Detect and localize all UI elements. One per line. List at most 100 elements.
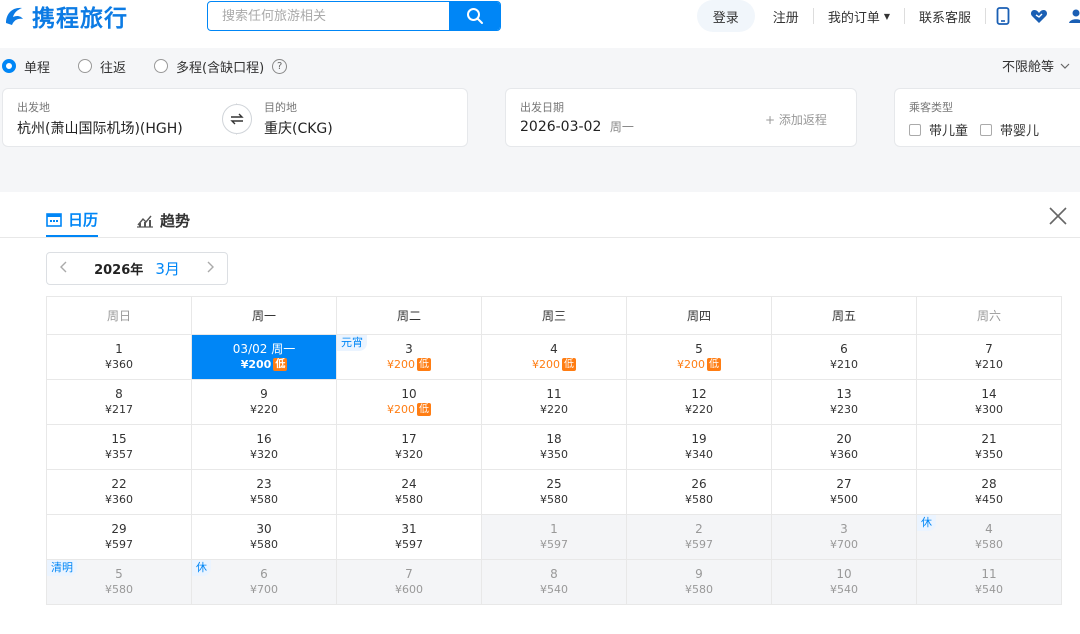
day-price: ¥350 xyxy=(975,448,1003,461)
close-icon[interactable] xyxy=(1048,206,1068,226)
calendar-day[interactable]: 9 ¥220 xyxy=(191,379,337,425)
day-number: 11 xyxy=(981,567,997,581)
day-price: ¥500 xyxy=(830,493,858,506)
with-child-checkbox[interactable]: 带儿童 xyxy=(909,120,968,139)
day-number: 8 xyxy=(550,567,558,581)
radio-multi-city[interactable]: 多程(含缺口程) ? xyxy=(154,57,288,76)
next-month-button[interactable] xyxy=(207,261,215,277)
calendar-day[interactable]: 31 ¥597 xyxy=(336,514,482,560)
calendar-day[interactable]: 6 ¥210 xyxy=(771,334,917,380)
calendar-day[interactable]: 4 ¥200 低 xyxy=(481,334,627,380)
calendar-day[interactable]: 休 4 ¥580 xyxy=(916,514,1062,560)
prev-month-button[interactable] xyxy=(59,261,67,277)
day-price-line: ¥597 xyxy=(337,538,481,552)
calendar-day[interactable]: 12 ¥220 xyxy=(626,379,772,425)
add-return-button[interactable]: + 添加返程 xyxy=(765,111,827,128)
with-infant-checkbox[interactable]: 带婴儿 xyxy=(980,120,1039,139)
calendar-day[interactable]: 20 ¥360 xyxy=(771,424,917,470)
calendar-day[interactable]: 5 ¥200 低 xyxy=(626,334,772,380)
calendar-day[interactable]: 27 ¥500 xyxy=(771,469,917,515)
calendar-day[interactable]: 13 ¥230 xyxy=(771,379,917,425)
user-account-button[interactable] xyxy=(1058,0,1080,32)
calendar-day[interactable]: 23 ¥580 xyxy=(191,469,337,515)
calendar-day[interactable]: 7 ¥600 xyxy=(336,559,482,605)
calendar-day[interactable]: 22 ¥360 xyxy=(46,469,192,515)
calendar-day[interactable]: 7 ¥210 xyxy=(916,334,1062,380)
favorites-button[interactable] xyxy=(1020,0,1058,32)
calendar-day[interactable]: 1 ¥597 xyxy=(481,514,627,560)
tab-calendar[interactable]: 日历 xyxy=(46,204,99,237)
lowest-price-badge: 低 xyxy=(417,358,431,371)
day-number: 2 xyxy=(695,522,703,536)
help-icon[interactable]: ? xyxy=(272,58,288,74)
day-number: 15 xyxy=(111,432,127,446)
calendar-day[interactable]: 17 ¥320 xyxy=(336,424,482,470)
weekday-header: 周二 xyxy=(336,296,482,335)
weekday-header-row: 周日 周一 周二 周三 周四 周五 周六 xyxy=(46,296,1062,335)
radio-round-trip[interactable]: 往返 xyxy=(78,57,126,76)
day-number: 31 xyxy=(401,522,417,536)
origin-field[interactable]: 出发地 杭州(萧山国际机场)(HGH) xyxy=(17,99,217,138)
calendar-day[interactable]: 1 ¥360 xyxy=(46,334,192,380)
calendar-day-selected[interactable]: 03/02 周一 ¥200 低 xyxy=(191,334,337,380)
calendar-day[interactable]: 清明 5 ¥580 xyxy=(46,559,192,605)
mobile-app-button[interactable] xyxy=(986,0,1020,32)
calendar-day[interactable]: 24 ¥580 xyxy=(336,469,482,515)
day-price-line: ¥360 xyxy=(47,358,191,372)
trend-chart-icon xyxy=(137,215,154,228)
calendar-day[interactable]: 18 ¥350 xyxy=(481,424,627,470)
calendar-day[interactable]: 2 ¥597 xyxy=(626,514,772,560)
tab-trend[interactable]: 趋势 xyxy=(136,204,190,237)
day-price: ¥230 xyxy=(830,403,858,416)
calendar-day[interactable]: 9 ¥580 xyxy=(626,559,772,605)
chevron-left-icon xyxy=(60,261,67,272)
search-button[interactable] xyxy=(449,2,500,30)
calendar-day[interactable]: 11 ¥220 xyxy=(481,379,627,425)
day-price-line: ¥580 xyxy=(47,583,191,597)
day-number: 10 xyxy=(401,387,417,401)
calendar-day[interactable]: 16 ¥320 xyxy=(191,424,337,470)
day-price-line: ¥320 xyxy=(192,448,336,462)
register-link[interactable]: 注册 xyxy=(759,0,813,32)
day-number: 29 xyxy=(111,522,127,536)
calendar-day[interactable]: 30 ¥580 xyxy=(191,514,337,560)
day-number: 4 xyxy=(550,342,558,356)
calendar-day[interactable]: 29 ¥597 xyxy=(46,514,192,560)
day-price: ¥450 xyxy=(975,493,1003,506)
day-price-line: ¥340 xyxy=(627,448,771,462)
day-number: 23 xyxy=(256,477,272,491)
day-price: ¥540 xyxy=(830,583,858,596)
lowest-price-badge: 低 xyxy=(707,358,721,371)
calendar-day[interactable]: 10 ¥540 xyxy=(771,559,917,605)
my-orders-menu[interactable]: 我的订单 ▼ xyxy=(814,0,904,32)
swap-cities-button[interactable] xyxy=(222,104,252,134)
calendar-day[interactable]: 8 ¥217 xyxy=(46,379,192,425)
radio-label: 往返 xyxy=(100,60,127,76)
departure-date-field[interactable]: 出发日期 2026-03-02 周一 xyxy=(520,99,740,135)
ctrip-logo[interactable]: 携程旅行 xyxy=(2,3,128,32)
calendar-day[interactable]: 28 ¥450 xyxy=(916,469,1062,515)
destination-field[interactable]: 目的地 重庆(CKG) xyxy=(264,99,454,138)
day-price: ¥597 xyxy=(685,538,713,551)
day-price-line: ¥540 xyxy=(482,583,626,597)
calendar-day[interactable]: 休 6 ¥700 xyxy=(191,559,337,605)
day-number: 10 xyxy=(836,567,852,581)
calendar-day[interactable]: 19 ¥340 xyxy=(626,424,772,470)
calendar-day[interactable]: 10 ¥200 低 xyxy=(336,379,482,425)
calendar-day[interactable]: 25 ¥580 xyxy=(481,469,627,515)
customer-service-link[interactable]: 联系客服 xyxy=(905,0,985,32)
calendar-day[interactable]: 元宵 3 ¥200 低 xyxy=(336,334,482,380)
calendar-day[interactable]: 15 ¥357 xyxy=(46,424,192,470)
cabin-class-dropdown[interactable]: 不限舱等 xyxy=(1002,56,1070,75)
calendar-day[interactable]: 11 ¥540 xyxy=(916,559,1062,605)
login-link[interactable]: 登录 xyxy=(696,0,755,32)
calendar-day[interactable]: 26 ¥580 xyxy=(626,469,772,515)
calendar-day[interactable]: 8 ¥540 xyxy=(481,559,627,605)
radio-one-way[interactable]: 单程 xyxy=(2,57,50,76)
calendar-day[interactable]: 21 ¥350 xyxy=(916,424,1062,470)
calendar-day[interactable]: 3 ¥700 xyxy=(771,514,917,560)
calendar-day[interactable]: 14 ¥300 xyxy=(916,379,1062,425)
logo-text: 携程旅行 xyxy=(32,6,128,32)
day-price: ¥580 xyxy=(540,493,568,506)
search-input[interactable] xyxy=(208,2,449,30)
